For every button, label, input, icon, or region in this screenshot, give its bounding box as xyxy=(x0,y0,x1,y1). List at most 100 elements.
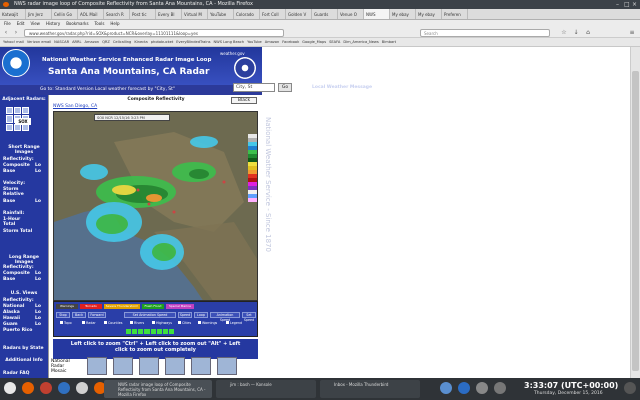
set-speed-button[interactable]: Set Speed xyxy=(242,312,256,322)
bookmark-9[interactable]: EveryBlindedTrains xyxy=(176,38,210,46)
bookmark-11[interactable]: YouTube xyxy=(247,38,262,46)
tab-8[interactable]: YouTube xyxy=(208,9,234,19)
tab-6[interactable]: Every Bl xyxy=(156,9,182,19)
tab-14[interactable]: NWS xyxy=(364,9,390,19)
radars-by-state-link[interactable]: Radars by State xyxy=(3,346,47,351)
legend-checkbox[interactable]: Legend xyxy=(226,321,242,325)
tab-10[interactable]: Fort Coll xyxy=(260,9,286,19)
task-konsole[interactable]: jim : bash — Konsole xyxy=(216,380,316,398)
app-launcher-icon[interactable] xyxy=(40,382,52,394)
radar-faq-link[interactable]: Radar FAQ xyxy=(3,371,47,376)
menu-edit[interactable]: Edit xyxy=(17,20,25,28)
sox-radar-button[interactable]: SOX xyxy=(15,118,31,125)
topo-checkbox[interactable]: Topo xyxy=(60,321,72,325)
bookmark-0[interactable]: Yahoo! mail xyxy=(3,38,24,46)
tab-2[interactable]: Cellin Go xyxy=(52,9,78,19)
menu-view[interactable]: View xyxy=(30,20,40,28)
loop-button[interactable]: Loop xyxy=(194,312,208,318)
base-link[interactable]: Base Lo xyxy=(3,169,47,174)
search-input[interactable]: Search xyxy=(420,29,550,37)
bookmark-15[interactable]: SEAFA xyxy=(329,38,340,46)
composite-long-link[interactable]: Composite Lo xyxy=(3,271,47,276)
bookmark-14[interactable]: Google_Maps xyxy=(302,38,326,46)
tray-expand-icon[interactable] xyxy=(624,382,636,394)
bookmark-17[interactable]: Bimbart xyxy=(382,38,396,46)
base-velocity-link[interactable]: Base Lo xyxy=(3,199,47,204)
minimize-icon[interactable]: – xyxy=(616,0,619,9)
nws-logo-icon[interactable] xyxy=(234,57,256,79)
black-background-button[interactable]: Black xyxy=(231,97,257,104)
bookmark-4[interactable]: Amazon xyxy=(85,38,100,46)
task-firefox[interactable]: NWS radar image loop of Composite Reflec… xyxy=(104,380,212,398)
tab-15[interactable]: My ebay xyxy=(390,9,416,19)
mosaic-thumb-1[interactable] xyxy=(87,357,107,375)
adjacent-radar-ne[interactable] xyxy=(22,107,29,115)
speed-button[interactable]: Speed xyxy=(178,312,192,318)
close-icon[interactable]: × xyxy=(632,0,637,9)
radar-image[interactable]: SOX NCR 12/15/16 3:23 PM xyxy=(53,111,258,301)
file-manager-icon[interactable] xyxy=(76,382,88,394)
volume-tray-icon[interactable] xyxy=(494,382,506,394)
noaa-logo-icon[interactable] xyxy=(2,49,30,77)
bookmark-12[interactable]: Amazon xyxy=(265,38,280,46)
menu-bookmarks[interactable]: Bookmarks xyxy=(66,20,88,28)
counties-checkbox[interactable]: Counties xyxy=(104,321,122,325)
bookmark-star-icon[interactable]: ☆ xyxy=(560,29,568,37)
go-button[interactable]: Go xyxy=(278,83,292,92)
forward-frame-button[interactable]: Forward xyxy=(88,312,106,318)
cities-checkbox[interactable]: Cities xyxy=(178,321,191,325)
bookmark-8[interactable]: photobucket xyxy=(151,38,173,46)
scroll-thumb[interactable] xyxy=(632,71,639,371)
menu-icon[interactable]: ≡ xyxy=(628,29,636,37)
national-link[interactable]: National Lo xyxy=(3,304,47,309)
tab-7[interactable]: Virtual M xyxy=(182,9,208,19)
bookmark-6[interactable]: Cellcalling xyxy=(113,38,131,46)
clock-time[interactable]: 3:33:07 (UTC+00:00) xyxy=(524,381,618,390)
menu-history[interactable]: History xyxy=(46,20,60,28)
forward-icon[interactable]: › xyxy=(12,29,20,37)
city-search-input[interactable]: City, St xyxy=(233,83,275,92)
adjacent-radar-n[interactable] xyxy=(14,107,21,115)
menu-tools[interactable]: Tools xyxy=(95,20,105,28)
adjacent-radar-sw[interactable] xyxy=(6,123,13,131)
tray-icon-1[interactable] xyxy=(440,382,452,394)
downloads-icon[interactable]: ↓ xyxy=(572,29,580,37)
bookmark-16[interactable]: Dim_America_News xyxy=(343,38,378,46)
warnings-checkbox[interactable]: Warnings xyxy=(198,321,217,325)
animation-speed-button[interactable]: Animation Speed xyxy=(210,312,240,322)
rivers-checkbox[interactable]: Rivers xyxy=(130,321,144,325)
composite-link[interactable]: Composite Lo xyxy=(3,163,47,168)
tab-5[interactable]: Post tic xyxy=(130,9,156,19)
page-scrollbar[interactable] xyxy=(630,47,640,378)
one-hour-link[interactable]: 1-Hour Total xyxy=(3,217,33,227)
mosaic-thumb-2[interactable] xyxy=(113,357,133,375)
hawaii-link[interactable]: Hawaii Lo xyxy=(3,316,47,321)
guam-link[interactable]: Guam Lo xyxy=(3,322,47,327)
stop-button[interactable]: Stop xyxy=(56,312,70,318)
nws-office-link[interactable]: NWS San Diego, CA xyxy=(53,104,97,109)
bookmark-5[interactable]: QRZ xyxy=(102,38,110,46)
home-icon[interactable]: ⌂ xyxy=(584,29,592,37)
menu-file[interactable]: File xyxy=(4,20,11,28)
tab-9[interactable]: Colorado xyxy=(234,9,260,19)
mosaic-thumb-4[interactable] xyxy=(165,357,185,375)
adjacent-radar-nw[interactable] xyxy=(6,107,13,115)
url-input[interactable]: www.weather.gov/radar.php?rid=SOX&produc… xyxy=(24,29,284,37)
maximize-icon[interactable]: □ xyxy=(624,0,630,9)
bookmark-3[interactable]: ARRL xyxy=(72,38,81,46)
tab-11[interactable]: Golden V xyxy=(286,9,312,19)
tab-13[interactable]: Venue O xyxy=(338,9,364,19)
tab-17[interactable]: Preferen xyxy=(442,9,468,19)
bookmark-1[interactable]: Verizon email xyxy=(27,38,51,46)
puerto-rico-link[interactable]: Puerto Rico xyxy=(3,328,33,333)
bookmark-7[interactable]: Kinecta xyxy=(134,38,147,46)
back-frame-button[interactable]: Back xyxy=(72,312,86,318)
mosaic-thumb-3[interactable] xyxy=(139,357,159,375)
storm-total-link[interactable]: Storm Total xyxy=(3,229,33,234)
adjacent-radar-w[interactable] xyxy=(6,115,13,123)
tab-16[interactable]: My ebay xyxy=(416,9,442,19)
tab-1[interactable]: Jim Jerz xyxy=(26,9,52,19)
weather-gov-link[interactable]: weather.gov xyxy=(220,51,245,56)
bookmark-10[interactable]: NWS Long Beach xyxy=(213,38,244,46)
mosaic-thumb-5[interactable] xyxy=(191,357,211,375)
